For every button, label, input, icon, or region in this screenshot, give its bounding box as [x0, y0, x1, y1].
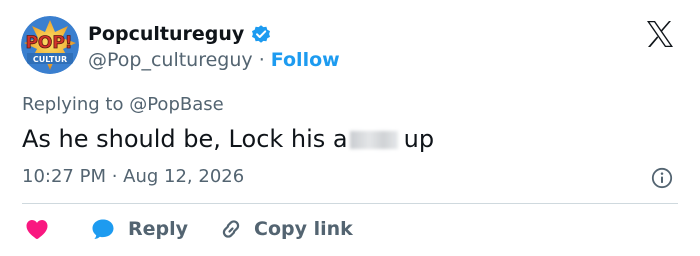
- tweet-text-start: As he should be, Lock his a: [22, 125, 348, 153]
- heart-icon: [26, 220, 48, 239]
- action-bar: Reply Copy link: [24, 214, 353, 244]
- author-name-row: Popcultureguy: [88, 22, 272, 46]
- follow-button[interactable]: Follow: [271, 49, 340, 71]
- censored-word-blur: [349, 131, 398, 149]
- tweet-text-end: up: [403, 125, 435, 153]
- author-handle[interactable]: @Pop_cultureguy: [88, 49, 253, 71]
- copy-link-label: Copy link: [254, 218, 353, 240]
- divider: [22, 203, 678, 204]
- reply-button[interactable]: Reply: [90, 217, 188, 241]
- handle-separator: ·: [258, 49, 265, 71]
- tweet-embed-card: POP! CULTUR Popcultureguy @Pop_culturegu…: [0, 0, 700, 256]
- x-logo-icon[interactable]: [645, 20, 675, 48]
- tweet-text: As he should be, Lock his a up: [22, 124, 434, 154]
- author-handle-row: @Pop_cultureguy · Follow: [88, 48, 340, 72]
- copy-link-button[interactable]: Copy link: [188, 217, 353, 241]
- like-button[interactable]: [24, 217, 90, 241]
- verified-badge-icon: [252, 25, 271, 43]
- tweet-timestamp[interactable]: 10:27 PM · Aug 12, 2026: [22, 166, 244, 188]
- info-icon[interactable]: [651, 167, 673, 189]
- reply-label: Reply: [128, 218, 189, 240]
- replying-to-handle[interactable]: @PopBase: [129, 94, 223, 115]
- link-icon: [222, 220, 240, 238]
- replying-to-label: Replying to: [22, 94, 124, 115]
- replying-to-line: Replying to @PopBase: [22, 94, 224, 116]
- avatar[interactable]: POP! CULTUR: [21, 16, 79, 74]
- avatar-band-text: CULTUR: [33, 55, 67, 64]
- avatar-pop-text: POP!: [25, 33, 72, 53]
- author-display-name[interactable]: Popcultureguy: [88, 22, 244, 46]
- reply-bubble-icon: [92, 219, 114, 239]
